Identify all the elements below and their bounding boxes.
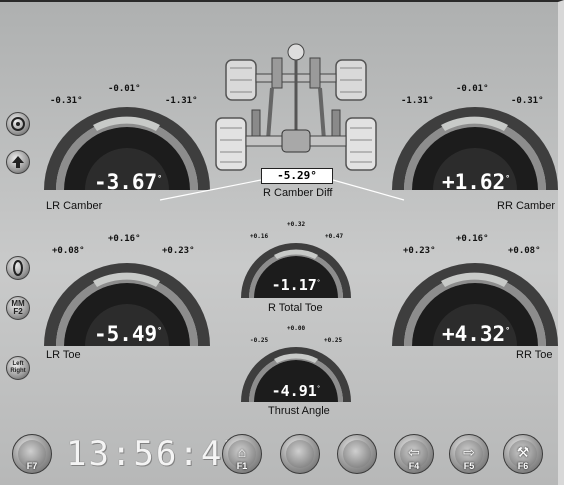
wheel-icon[interactable] <box>6 112 30 136</box>
f7-button[interactable]: F7 <box>12 434 52 474</box>
left-right-toggle-button[interactable]: Left Right <box>6 356 30 380</box>
camber-diff-connector-lines <box>159 179 405 201</box>
mm-f2-button[interactable]: MM F2 <box>6 296 30 320</box>
blank-button-1-face <box>286 440 314 468</box>
left-right-label: Left Right <box>10 361 26 374</box>
home-icon: ⌂ <box>237 444 247 460</box>
right-arrow-icon: ⇨ <box>463 444 475 460</box>
f6-label: F6 <box>517 461 529 471</box>
blank-button-2[interactable] <box>337 434 377 474</box>
tools-icon: ⚒ <box>516 444 530 460</box>
f1-label: F1 <box>236 461 248 471</box>
clock: 13:56:47 <box>66 434 246 474</box>
f5-label: F5 <box>463 461 475 471</box>
toe-wheel-icon[interactable] <box>6 256 30 280</box>
f6-button[interactable]: ⚒ F6 <box>503 434 543 474</box>
left-arrow-icon: ⇦ <box>408 444 420 460</box>
blank-button-1[interactable] <box>280 434 320 474</box>
camber-diff-label: R Camber Diff <box>263 187 333 199</box>
camber-diff-value: -5.29° <box>261 168 333 184</box>
f5-next-button[interactable]: ⇨ F5 <box>449 434 489 474</box>
blank-button-2-face <box>343 440 371 468</box>
up-arrow-icon[interactable] <box>6 150 30 174</box>
f4-label: F4 <box>408 461 420 471</box>
f1-home-button[interactable]: ⌂ F1 <box>222 434 262 474</box>
f4-back-button[interactable]: ⇦ F4 <box>394 434 434 474</box>
mm-f2-key: F2 <box>13 307 23 316</box>
f7-label: F7 <box>26 461 38 471</box>
